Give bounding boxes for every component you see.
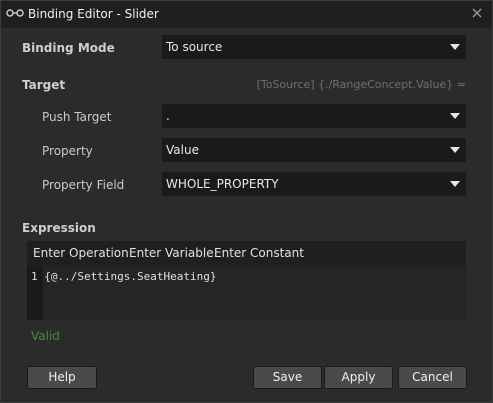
enter-operation-button[interactable]: Enter Operation <box>33 246 129 260</box>
code-line[interactable]: 1 {@../Settings.SeatHeating} <box>31 270 216 283</box>
close-icon[interactable] <box>470 6 484 20</box>
validation-status: Valid <box>31 329 60 343</box>
expression-toolbar: Enter Operation Enter Variable Enter Con… <box>27 241 466 267</box>
property-field-value: WHOLE_PROPERTY <box>166 177 279 191</box>
link-icon <box>6 9 24 17</box>
help-button[interactable]: Help <box>27 366 97 389</box>
push-target-label: Push Target <box>42 110 112 124</box>
expression-editor[interactable]: Enter Operation Enter Variable Enter Con… <box>27 241 466 320</box>
cancel-button[interactable]: Cancel <box>398 366 467 389</box>
property-value: Value <box>166 143 199 157</box>
enter-variable-button[interactable]: Enter Variable <box>129 246 214 260</box>
property-field-dropdown[interactable]: WHOLE_PROPERTY <box>162 172 466 196</box>
binding-mode-label: Binding Mode <box>22 41 115 55</box>
chevron-down-icon <box>450 44 460 50</box>
save-button[interactable]: Save <box>253 366 322 389</box>
window-title: Binding Editor - Slider <box>28 7 159 21</box>
apply-button[interactable]: Apply <box>324 366 393 389</box>
chevron-down-icon <box>450 113 460 119</box>
binding-mode-dropdown[interactable]: To source <box>162 35 466 59</box>
expression-label: Expression <box>22 221 96 235</box>
chevron-down-icon <box>450 181 460 187</box>
target-binding-hint: [ToSource] {./RangeConcept.Value} = <box>256 78 466 91</box>
binding-mode-value: To source <box>166 40 223 54</box>
property-field-label: Property Field <box>42 178 125 192</box>
property-label: Property <box>42 144 93 158</box>
binding-editor-window: Binding Editor - Slider Binding Mode To … <box>0 0 493 403</box>
push-target-value: . <box>166 109 170 123</box>
push-target-dropdown[interactable]: . <box>162 104 466 128</box>
chevron-down-icon <box>450 147 460 153</box>
property-dropdown[interactable]: Value <box>162 138 466 162</box>
target-section-label: Target <box>22 78 66 92</box>
title-bar[interactable]: Binding Editor - Slider <box>1 1 492 28</box>
enter-constant-button[interactable]: Enter Constant <box>214 246 304 260</box>
line-number: 1 <box>31 270 38 283</box>
expression-code: {@../Settings.SeatHeating} <box>44 270 217 283</box>
